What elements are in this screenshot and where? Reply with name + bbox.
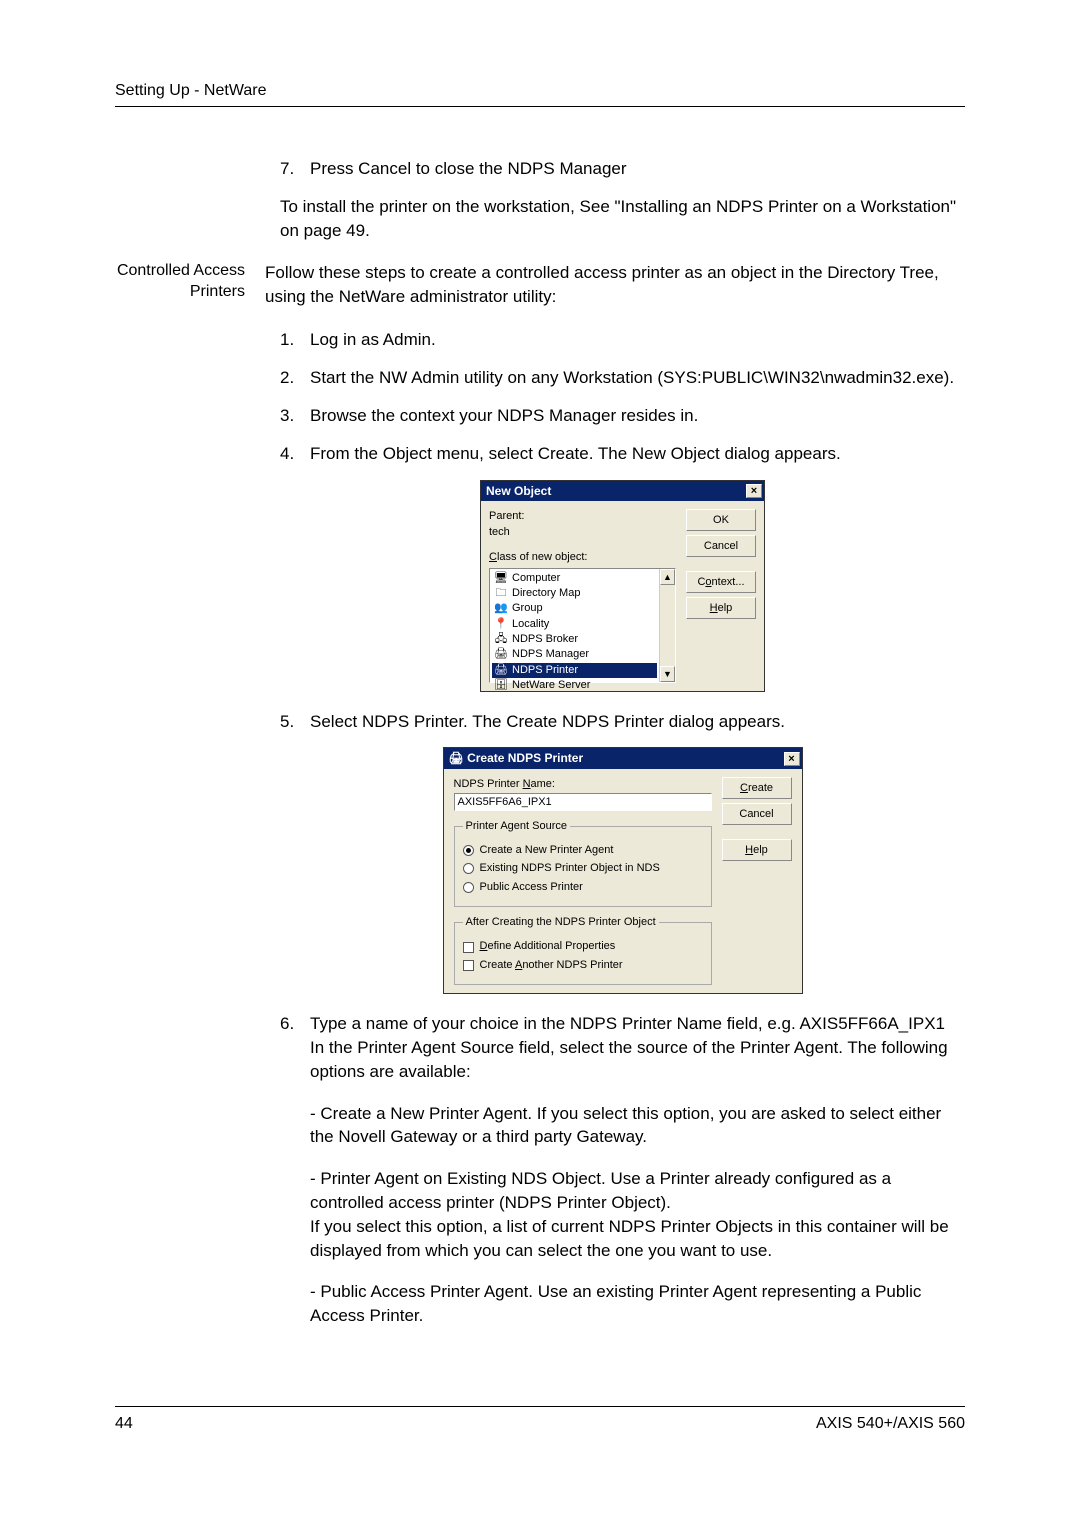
step-text: Type a name of your choice in the NDPS P… [310,1012,965,1346]
list-item-selected: 🖨NDPS Printer [492,663,657,678]
step-3: 3. Browse the context your NDPS Manager … [280,404,965,428]
step-number: 7. [280,157,310,181]
printer-icon: 🖨 [494,664,508,678]
listbox-scrollbar[interactable]: ▲ ▼ [659,569,675,682]
step-text: Select NDPS Printer. The Create NDPS Pri… [310,710,965,734]
controlled-access-section: Controlled Access Printers Follow these … [115,261,965,309]
option-existing-a: - Printer Agent on Existing NDS Object. … [310,1167,965,1215]
controlled-intro: Follow these steps to create a controlle… [265,261,965,309]
step-number: 5. [280,710,310,734]
check-define-props[interactable]: Define Additional Properties [463,939,703,954]
ok-button[interactable]: OK [686,509,756,531]
step-6: 6. Type a name of your choice in the NDP… [280,1012,965,1346]
manager-icon: 🖨 [494,648,508,662]
step-text: Press Cancel to close the NDPS Manager [310,157,965,181]
step-text: From the Object menu, select Create. The… [310,442,965,466]
list-item: 🗀Directory Map [492,586,657,601]
group-icon: 👥 [494,602,508,616]
class-label: Class of new object: [489,550,676,565]
step-7: 7. Press Cancel to close the NDPS Manage… [280,157,965,181]
radio-existing-nds[interactable]: Existing NDPS Printer Object in NDS [463,861,703,876]
step-4: 4. From the Object menu, select Create. … [280,442,965,466]
step6-line-b: In the Printer Agent Source field, selec… [310,1036,965,1084]
dialog-titlebar[interactable]: 🖨 Create NDPS Printer × [444,748,802,769]
cancel-button[interactable]: Cancel [722,803,792,825]
option-create-new: - Create a New Printer Agent. If you sel… [310,1102,965,1150]
option-public: - Public Access Printer Agent. Use an ex… [310,1280,965,1328]
close-icon[interactable]: × [746,484,762,498]
scroll-up-icon[interactable]: ▲ [660,569,675,585]
step-number: 1. [280,328,310,352]
dialog-new-object: New Object × Parent: tech Class of new o… [480,480,765,692]
step-5: 5. Select NDPS Printer. The Create NDPS … [280,710,965,734]
dialog-create-ndps: 🖨 Create NDPS Printer × NDPS Printer Nam… [443,747,803,994]
step-number: 6. [280,1012,310,1346]
step-text: Log in as Admin. [310,328,965,352]
radio-public-access[interactable]: Public Access Printer [463,880,703,895]
dialog-create-ndps-container: 🖨 Create NDPS Printer × NDPS Printer Nam… [280,747,965,994]
controlled-steps: 1. Log in as Admin. 2. Start the NW Admi… [280,328,965,1346]
list-item: 🖥Computer [492,571,657,586]
step-text: Browse the context your NDPS Manager res… [310,404,965,428]
group-legend: After Creating the NDPS Printer Object [463,915,659,930]
step6-line-a: Type a name of your choice in the NDPS P… [310,1012,965,1036]
step-text: Start the NW Admin utility on any Workst… [310,366,965,390]
step-2: 2. Start the NW Admin utility on any Wor… [280,366,965,390]
broker-icon: 🖧 [494,633,508,647]
option-existing-b: If you select this option, a list of cur… [310,1215,965,1263]
cancel-button[interactable]: Cancel [686,535,756,557]
help-button[interactable]: Help [722,839,792,861]
page-header: Setting Up - NetWare [115,80,965,107]
group-legend: Printer Agent Source [463,819,571,834]
printer-name-label: NDPS Printer Name: [454,777,712,792]
intro-block: 7. Press Cancel to close the NDPS Manage… [280,157,965,242]
close-icon[interactable]: × [784,752,800,766]
dialog-title: Create NDPS Printer [467,751,583,765]
doc-title: AXIS 540+/AXIS 560 [816,1413,965,1435]
sidebar-label: Controlled Access Printers [115,261,265,303]
printer-agent-source-group: Printer Agent Source Create a New Printe… [454,819,712,908]
dialog-titlebar[interactable]: New Object × [481,481,764,502]
dialog-new-object-container: New Object × Parent: tech Class of new o… [280,480,965,692]
context-button[interactable]: Context... [686,571,756,593]
help-button[interactable]: Help [686,597,756,619]
list-item: 📍Locality [492,617,657,632]
section-heading: Setting Up - NetWare [115,80,266,102]
locality-icon: 📍 [494,617,508,631]
step-1: 1. Log in as Admin. [280,328,965,352]
page-footer: 44 AXIS 540+/AXIS 560 [115,1406,965,1435]
list-item: 🖧NDPS Broker [492,632,657,647]
step-number: 3. [280,404,310,428]
parent-label: Parent: [489,509,676,524]
server-icon: 🗄 [494,679,508,693]
list-item: 👥Group [492,601,657,616]
step-number: 2. [280,366,310,390]
install-note: To install the printer on the workstatio… [280,195,965,243]
map-icon: 🗀 [494,587,508,601]
dialog-title: New Object [486,483,551,500]
check-create-another[interactable]: Create Another NDPS Printer [463,958,703,973]
printer-icon: 🖨 [449,751,464,765]
create-button[interactable]: Create [722,777,792,799]
sidebar-line1: Controlled Access [115,261,245,282]
after-creating-group: After Creating the NDPS Printer Object D… [454,915,712,985]
scroll-down-icon[interactable]: ▼ [660,666,675,682]
class-listbox[interactable]: 🖥Computer 🗀Directory Map 👥Group 📍Localit… [489,568,676,683]
parent-value: tech [489,525,676,540]
sidebar-line2: Printers [115,282,245,303]
radio-create-new[interactable]: Create a New Printer Agent [463,843,703,858]
computer-icon: 🖥 [494,571,508,585]
step-number: 4. [280,442,310,466]
list-item: 🗄NetWare Server [492,678,657,693]
printer-name-input[interactable]: AXIS5FF6A6_IPX1 [454,793,712,811]
list-item: 🖨NDPS Manager [492,647,657,662]
page-number: 44 [115,1413,133,1435]
